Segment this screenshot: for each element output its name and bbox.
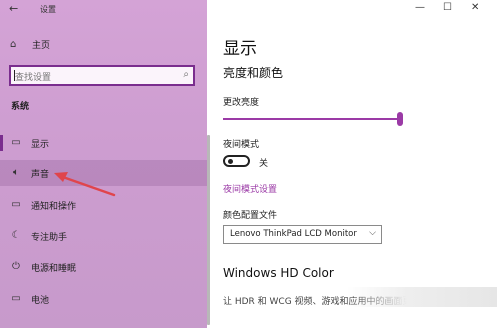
speaker-icon: 🔈︎	[13, 167, 19, 178]
home-label: 主页	[32, 40, 51, 51]
battery-icon: ▭	[11, 293, 21, 304]
chevron-down-icon: ⌵	[369, 228, 376, 238]
home-nav-item[interactable]: ⌂ 主页	[0, 34, 207, 54]
annotation-arrow	[54, 172, 116, 197]
hd-color-heading: Windows HD Color	[223, 266, 334, 280]
sidebar-item-label: 电池	[31, 296, 50, 306]
brightness-slider[interactable]	[223, 112, 403, 126]
sidebar-item-label: 电源和睡眠	[31, 264, 77, 274]
slider-track	[223, 118, 400, 120]
sidebar-item-power-sleep[interactable]: ⏻ 电源和睡眠	[0, 254, 207, 280]
color-profile-dropdown[interactable]: Lenovo ThinkPad LCD Monitor ⌵	[223, 225, 382, 244]
page-title: 显示	[223, 39, 257, 59]
sidebar-item-label: 专注助手	[31, 233, 68, 243]
back-arrow-icon[interactable]: ←	[9, 2, 18, 15]
night-mode-settings-link[interactable]: 夜间模式设置	[223, 182, 277, 195]
sidebar-item-label: 显示	[31, 140, 50, 150]
moon-icon: ☾	[11, 230, 21, 241]
section-heading-system: 系统	[11, 102, 30, 112]
content-pane: — ☐ ✕ 显示 亮度和颜色 更改亮度 夜间模式 关 夜间模式设置 颜色配置文件…	[207, 0, 497, 328]
toggle-knob	[228, 159, 233, 164]
scrollbar[interactable]	[207, 135, 210, 325]
sidebar-item-battery[interactable]: ▭ 电池	[0, 286, 207, 312]
night-mode-label: 夜间模式	[223, 140, 260, 150]
brightness-label: 更改亮度	[223, 98, 260, 108]
sidebar-item-label: 通知和操作	[31, 202, 77, 212]
search-icon[interactable]: ⌕	[183, 69, 189, 80]
color-profile-label: 颜色配置文件	[223, 211, 278, 221]
power-icon: ⏻	[12, 261, 20, 272]
brightness-heading: 亮度和颜色	[223, 66, 284, 80]
sidebar-item-focus-assist[interactable]: ☾ 专注助手	[0, 223, 207, 249]
window-controls: — ☐ ✕	[397, 0, 497, 18]
notification-icon: ▭	[11, 199, 21, 210]
maximize-button[interactable]: ☐	[443, 2, 452, 13]
home-icon: ⌂	[10, 38, 17, 50]
sidebar: ← 设置 ⌂ 主页 查找设置 ⌕ 系统 ▭ 显示 🔈︎ 声音 ▭ 通知和操作 ☾…	[0, 0, 207, 328]
night-mode-state: 关	[259, 159, 269, 169]
app-title: 设置	[40, 5, 56, 14]
sidebar-item-label: 声音	[31, 170, 50, 180]
minimize-button[interactable]: —	[415, 2, 425, 13]
selected-indicator	[0, 135, 3, 151]
night-mode-toggle[interactable]	[223, 155, 250, 167]
title-bar: ← 设置	[0, 0, 207, 18]
slider-thumb[interactable]	[397, 112, 403, 126]
watermark-blur	[347, 287, 497, 307]
color-profile-value: Lenovo ThinkPad LCD Monitor	[230, 229, 357, 239]
search-input[interactable]: 查找设置 ⌕	[9, 65, 195, 86]
display-icon: ▭	[11, 137, 21, 148]
sidebar-item-display[interactable]: ▭ 显示	[0, 130, 207, 156]
search-placeholder: 查找设置	[15, 73, 52, 83]
close-button[interactable]: ✕	[471, 2, 479, 13]
